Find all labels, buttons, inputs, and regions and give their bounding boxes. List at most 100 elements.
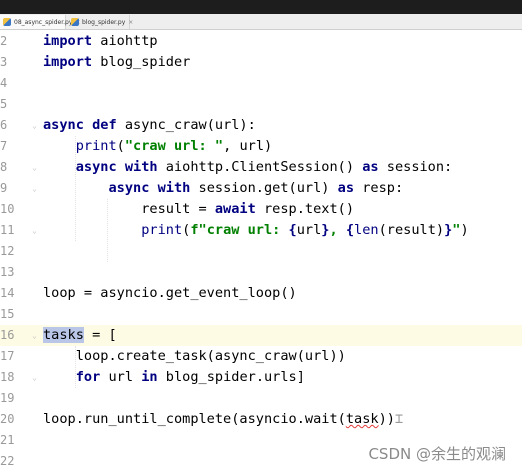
close-icon[interactable]: × xyxy=(128,19,133,26)
fold-marker-icon[interactable]: ⌄ xyxy=(31,122,38,130)
code-text: loop.create_task(async_craw(url)) xyxy=(43,346,346,367)
python-file-icon xyxy=(3,18,11,26)
fold-marker-icon[interactable]: ⌄ xyxy=(31,374,38,382)
line-number: 19 xyxy=(0,391,15,405)
code-token: = [ xyxy=(83,327,117,343)
code-token: )) xyxy=(378,411,395,427)
code-line[interactable]: 6 ⌄ async def async_craw(url): xyxy=(0,115,522,136)
code-token: result = xyxy=(43,201,215,217)
code-line[interactable]: 11 ⌄ print(f"craw url: {url}, {len(result… xyxy=(0,220,522,241)
code-line[interactable]: 7 print("craw url: ", url) xyxy=(0,136,522,157)
text-cursor-icon: ⌶ xyxy=(394,411,404,427)
window-top-bar xyxy=(0,0,522,14)
line-number: 15 xyxy=(0,307,15,321)
code-token: loop = asyncio.get_event_loop() xyxy=(43,285,297,301)
code-token: print xyxy=(141,222,183,238)
line-number: 9 xyxy=(0,181,8,195)
code-token: async_craw(url): xyxy=(116,117,256,133)
line-number: 17 xyxy=(0,349,15,363)
code-token: as xyxy=(337,180,355,196)
code-token: async with xyxy=(108,180,191,196)
code-text: for url in blog_spider.urls] xyxy=(43,367,305,388)
fold-marker-icon[interactable]: ⌄ xyxy=(31,185,38,193)
tab-blog-spider[interactable]: blog_spider.py × xyxy=(68,15,133,29)
code-token: import xyxy=(43,54,93,70)
code-token: loop.run_until_complete(asyncio.wait( xyxy=(43,411,346,427)
code-line[interactable]: 14 loop = asyncio.get_event_loop() xyxy=(0,283,522,304)
tab-label: blog_spider.py xyxy=(82,18,126,26)
code-token: { xyxy=(345,222,355,238)
code-text: async with aiohttp.ClientSession() as se… xyxy=(43,157,453,178)
code-token: for xyxy=(75,369,101,385)
code-line[interactable]: 16 ⌄ tasks = [ xyxy=(0,325,522,346)
code-token: aiohttp xyxy=(92,33,158,49)
line-number: 14 xyxy=(0,286,15,300)
line-number: 4 xyxy=(0,76,8,90)
code-line[interactable]: 9 ⌄ async with session.get(url) as resp: xyxy=(0,178,522,199)
code-text: tasks = [ xyxy=(43,325,117,346)
line-number: 6 xyxy=(0,118,8,132)
code-token: in xyxy=(141,369,158,385)
code-token: "craw url: " xyxy=(124,138,224,154)
code-line[interactable]: 8 ⌄ async with aiohttp.ClientSession() as… xyxy=(0,157,522,178)
line-number: 3 xyxy=(0,55,8,69)
code-token: session.get(url) xyxy=(190,180,338,196)
code-line[interactable]: 19 xyxy=(0,388,522,409)
line-number: 5 xyxy=(0,97,8,111)
code-line[interactable]: 10 result = await resp.text() xyxy=(0,199,522,220)
tab-async-spider[interactable]: 08_async_spider.py × xyxy=(0,15,80,29)
code-text: print("craw url: ", url) xyxy=(43,136,272,157)
code-token: blog_spider.urls] xyxy=(157,369,305,385)
code-token: print xyxy=(75,138,117,154)
code-line[interactable]: 4 xyxy=(0,73,522,94)
line-number: 12 xyxy=(0,244,15,258)
line-number: 18 xyxy=(0,370,15,384)
code-line[interactable]: 17 loop.create_task(async_craw(url)) xyxy=(0,346,522,367)
code-token: await xyxy=(214,201,256,217)
code-text: loop = asyncio.get_event_loop() xyxy=(43,283,297,304)
code-token: ) xyxy=(460,222,469,238)
watermark: CSDN @余生的观澜 xyxy=(368,445,506,463)
code-text: async def async_craw(url): xyxy=(43,115,256,136)
indent-guide xyxy=(75,346,76,388)
code-token: { xyxy=(288,222,297,238)
tab-label: 08_async_spider.py xyxy=(14,18,73,26)
code-line[interactable]: 12 xyxy=(0,241,522,262)
code-line[interactable]: 15 xyxy=(0,304,522,325)
code-editor[interactable]: 2 import aiohttp 3 import blog_spider 4 5 6 ⌄ as… xyxy=(0,30,522,471)
code-line[interactable]: 18 ⌄ for url in blog_spider.urls] xyxy=(0,367,522,388)
code-token: as xyxy=(362,159,379,175)
line-number: 8 xyxy=(0,160,8,174)
fold-marker-icon[interactable]: ⌄ xyxy=(31,164,38,172)
code-token: tasks xyxy=(43,327,84,343)
code-line[interactable]: 5 xyxy=(0,94,522,115)
code-token: task xyxy=(345,411,379,427)
line-number: 16 xyxy=(0,328,15,342)
line-number: 20 xyxy=(0,412,15,426)
fold-marker-icon[interactable]: ⌄ xyxy=(31,332,38,340)
code-token: loop.create_task(async_craw(url)) xyxy=(43,348,346,364)
line-number: 10 xyxy=(0,202,15,216)
line-number: 11 xyxy=(0,223,15,237)
line-number: 22 xyxy=(0,454,15,468)
code-token: url xyxy=(100,369,142,385)
fold-marker-icon[interactable]: ⌄ xyxy=(31,227,38,235)
code-token: aiohttp.ClientSession() xyxy=(157,159,363,175)
code-line[interactable]: 20 loop.run_until_complete(asyncio.wait(t… xyxy=(0,409,522,430)
code-line[interactable]: 2 import aiohttp xyxy=(0,31,522,52)
code-token: len xyxy=(354,222,379,238)
code-token: import xyxy=(43,33,93,49)
line-number: 2 xyxy=(0,34,8,48)
code-token: resp: xyxy=(354,180,404,196)
code-line[interactable]: 13 xyxy=(0,262,522,283)
code-token: , xyxy=(329,222,346,238)
code-token: (result) xyxy=(378,222,445,238)
code-token: async def xyxy=(43,117,117,133)
code-line[interactable]: 3 import blog_spider xyxy=(0,52,522,73)
code-text: import aiohttp xyxy=(43,31,158,52)
code-token: ( xyxy=(116,138,125,154)
